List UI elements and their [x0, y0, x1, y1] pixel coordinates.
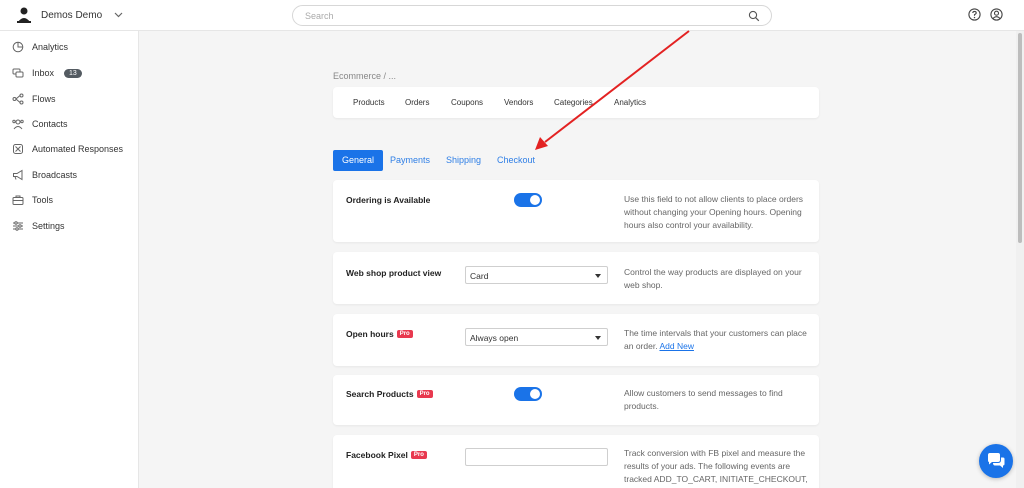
user-profile-icon[interactable]: [990, 8, 1003, 21]
sidebar: Analytics Inbox 13 Flows Contacts Automa…: [0, 31, 139, 488]
setting-facebook-pixel: Facebook Pixel Pro Track conversion with…: [333, 435, 819, 488]
help-icon[interactable]: [968, 8, 981, 21]
search-icon[interactable]: [748, 10, 760, 22]
pro-badge: Pro: [396, 330, 413, 338]
chat-icon: [988, 453, 1005, 468]
account-logo-icon: [17, 7, 31, 23]
search-products-toggle[interactable]: [514, 387, 542, 401]
tab-vendors[interactable]: Vendors: [504, 98, 533, 107]
account-name: Demos Demo: [41, 9, 103, 21]
setting-label: Search Products Pro: [346, 389, 433, 399]
contacts-icon: [12, 119, 24, 130]
chat-widget-button[interactable]: [979, 444, 1013, 478]
select-value: Always open: [470, 333, 519, 343]
settings-icon: [13, 221, 23, 231]
sidebar-item-label: Inbox: [32, 68, 55, 78]
product-view-select[interactable]: Card: [465, 266, 608, 284]
setting-description: Allow customers to send messages to find…: [624, 388, 783, 411]
search-input[interactable]: [305, 9, 725, 23]
setting-label: Open hours Pro: [346, 329, 413, 339]
pro-badge: Pro: [416, 390, 433, 398]
sidebar-item-flows[interactable]: Flows: [12, 91, 56, 107]
tab-coupons[interactable]: Coupons: [451, 98, 483, 107]
setting-description: Control the way products are displayed o…: [624, 267, 802, 290]
scrollbar-thumb[interactable]: [1018, 33, 1022, 243]
setting-label-text: Web shop product view: [346, 268, 442, 278]
sidebar-item-label: Analytics: [32, 42, 69, 52]
setting-label-text: Facebook Pixel: [346, 450, 408, 460]
ordering-toggle[interactable]: [514, 193, 542, 207]
account-switcher[interactable]: Demos Demo: [15, 6, 123, 24]
subtab-shipping[interactable]: Shipping: [446, 150, 481, 171]
add-new-link[interactable]: Add New: [659, 341, 694, 351]
sidebar-item-label: Tools: [32, 195, 54, 205]
sidebar-item-label: Broadcasts: [32, 170, 78, 180]
setting-description: Use this field to not allow clients to p…: [624, 194, 804, 230]
tools-icon: [12, 195, 24, 205]
select-value: Card: [470, 271, 489, 281]
breadcrumb[interactable]: Ecommerce / ...: [333, 71, 396, 81]
setting-description: Track conversion with FB pixel and measu…: [624, 448, 808, 484]
sidebar-item-label: Automated Responses: [32, 144, 124, 154]
setting-label: Facebook Pixel Pro: [346, 450, 427, 460]
page-scrollbar[interactable]: [1016, 31, 1024, 488]
setting-search-products: Search Products Pro Allow customers to s…: [333, 375, 819, 425]
sidebar-item-inbox[interactable]: Inbox 13: [12, 65, 82, 81]
tab-orders[interactable]: Orders: [405, 98, 429, 107]
setting-product-view: Web shop product view Card Control the w…: [333, 252, 819, 304]
tab-products[interactable]: Products: [353, 98, 385, 107]
subtab-checkout[interactable]: Checkout: [497, 150, 535, 171]
setting-description: The time intervals that your customers c…: [624, 327, 810, 353]
search-bar: [292, 5, 772, 26]
sidebar-item-automated-responses[interactable]: Automated Responses: [12, 141, 123, 157]
chevron-down-icon: [114, 12, 123, 18]
caret-down-icon: [595, 336, 601, 340]
toggle-knob: [530, 389, 540, 399]
sidebar-item-tools[interactable]: Tools: [12, 192, 53, 208]
sidebar-item-broadcasts[interactable]: Broadcasts: [12, 167, 77, 183]
caret-down-icon: [595, 274, 601, 278]
sidebar-item-label: Settings: [32, 221, 65, 231]
tab-analytics[interactable]: Analytics: [614, 98, 646, 107]
sidebar-item-analytics[interactable]: Analytics: [12, 39, 68, 55]
sidebar-item-label: Contacts: [32, 119, 68, 129]
inbox-icon: [12, 68, 24, 78]
facebook-pixel-input[interactable]: [465, 448, 608, 466]
setting-label-text: Search Products: [346, 389, 414, 399]
sidebar-item-settings[interactable]: Settings: [12, 218, 65, 234]
flows-icon: [12, 93, 24, 105]
section-tabs: Products Orders Coupons Vendors Categori…: [333, 87, 819, 118]
setting-open-hours: Open hours Pro Always open The time inte…: [333, 314, 819, 366]
open-hours-select[interactable]: Always open: [465, 328, 608, 346]
setting-ordering-available: Ordering is Available Use this field to …: [333, 180, 819, 242]
sidebar-item-contacts[interactable]: Contacts: [12, 116, 68, 132]
subtab-payments[interactable]: Payments: [390, 150, 430, 171]
automated-responses-icon: [13, 144, 23, 154]
setting-label-text: Ordering is Available: [346, 195, 431, 205]
broadcasts-icon: [13, 169, 23, 181]
toggle-knob: [530, 195, 540, 205]
inbox-count-badge: 13: [64, 68, 82, 78]
analytics-icon: [12, 41, 24, 53]
setting-label-text: Open hours: [346, 329, 394, 339]
setting-label: Web shop product view: [346, 268, 441, 278]
tab-categories[interactable]: Categories: [554, 98, 593, 107]
description-text: The time intervals that your customers c…: [624, 328, 807, 351]
pro-badge: Pro: [410, 451, 427, 459]
sidebar-item-label: Flows: [32, 94, 56, 104]
setting-label: Ordering is Available: [346, 195, 430, 205]
top-bar: Demos Demo: [0, 0, 1024, 31]
subtab-general[interactable]: General: [333, 150, 384, 171]
